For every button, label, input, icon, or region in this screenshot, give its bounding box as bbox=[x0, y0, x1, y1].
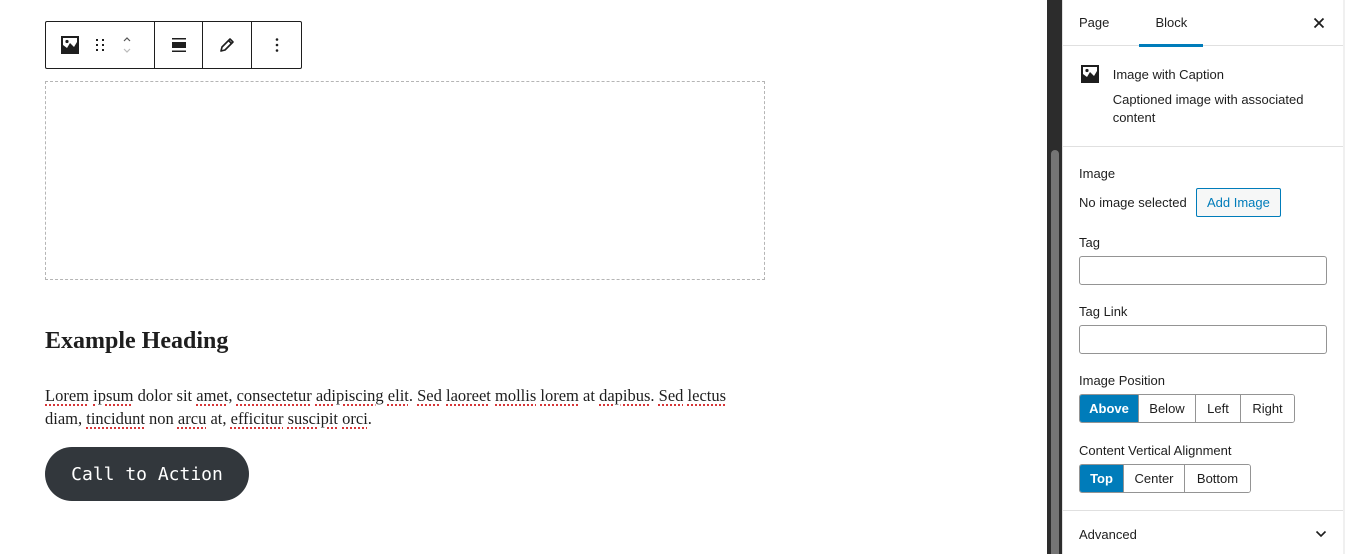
block-card-content: Image with Caption Captioned image with … bbox=[1113, 64, 1327, 126]
content-paragraph[interactable]: Lorem ipsum dolor sit amet, consectetur … bbox=[45, 384, 745, 430]
block-card-description: Captioned image with associated content bbox=[1112, 92, 1304, 125]
chevron-down-icon bbox=[123, 48, 131, 53]
image-status: No image selected bbox=[1079, 195, 1187, 210]
more-options-button[interactable] bbox=[275, 37, 279, 53]
image-label: Image bbox=[1079, 166, 1116, 181]
image-icon bbox=[1080, 65, 1099, 83]
vertical-alignment-bottom[interactable]: Bottom bbox=[1185, 465, 1250, 492]
misspelled-word[interactable]: lectus bbox=[688, 386, 727, 405]
vertical-alignment-top[interactable]: Top bbox=[1080, 465, 1124, 492]
misspelled-word[interactable]: adipiscing bbox=[316, 386, 384, 405]
image-position-below[interactable]: Below bbox=[1139, 395, 1196, 422]
tag-label: Tag bbox=[1079, 235, 1100, 250]
image-position-above[interactable]: Above bbox=[1080, 395, 1139, 422]
tag-link-input[interactable] bbox=[1079, 325, 1327, 354]
scrollbar-thumb[interactable] bbox=[1051, 150, 1059, 554]
drag-handle[interactable] bbox=[90, 35, 110, 55]
close-icon bbox=[1313, 17, 1325, 29]
toolbar-group-align bbox=[155, 22, 204, 68]
misspelled-word[interactable]: dapibus bbox=[599, 386, 650, 405]
misspelled-word[interactable]: Sed bbox=[417, 386, 442, 405]
sidebar-tabs: Page Block bbox=[1063, 0, 1343, 47]
block-type-button[interactable] bbox=[60, 35, 80, 55]
move-down-button[interactable] bbox=[122, 45, 132, 55]
tag-link-label: Tag Link bbox=[1079, 304, 1128, 319]
misspelled-word[interactable]: tincidunt bbox=[86, 409, 145, 428]
advanced-label: Advanced bbox=[1079, 526, 1137, 542]
edit-button[interactable] bbox=[219, 37, 235, 53]
scrollbar-track[interactable] bbox=[1047, 0, 1062, 554]
more-vertical-icon bbox=[275, 38, 278, 52]
block-mover bbox=[120, 35, 134, 55]
settings-panel: Image No image selected Add Image Tag Ta… bbox=[1063, 147, 1343, 511]
content-heading[interactable]: Example Heading bbox=[45, 328, 228, 355]
image-position-label: Image Position bbox=[1079, 373, 1165, 388]
toolbar-group-more bbox=[252, 22, 301, 68]
misspelled-word[interactable]: orci bbox=[342, 409, 368, 428]
misspelled-word[interactable]: efficitur bbox=[231, 409, 284, 428]
block-card: Image with Caption Captioned image with … bbox=[1063, 46, 1343, 147]
call-to-action-button[interactable]: Call to Action bbox=[45, 447, 249, 501]
drag-icon bbox=[96, 39, 104, 51]
image-position-right[interactable]: Right bbox=[1241, 395, 1294, 422]
align-button[interactable] bbox=[171, 37, 187, 53]
misspelled-word[interactable]: amet bbox=[196, 386, 228, 405]
image-placeholder[interactable] bbox=[45, 81, 765, 280]
misspelled-word[interactable]: laoreet bbox=[446, 386, 491, 405]
pencil-icon bbox=[220, 38, 235, 52]
add-image-button[interactable]: Add Image bbox=[1196, 188, 1281, 217]
tag-input[interactable] bbox=[1079, 256, 1327, 285]
toolbar-group-block bbox=[46, 22, 155, 68]
editor-canvas: Example Heading Lorem ipsum dolor sit am… bbox=[0, 0, 1047, 554]
misspelled-word[interactable]: lorem bbox=[540, 386, 579, 405]
misspelled-word[interactable]: consectetur bbox=[237, 386, 312, 405]
vertical-alignment-center[interactable]: Center bbox=[1124, 465, 1185, 492]
misspelled-word[interactable]: ipsum bbox=[93, 386, 133, 405]
chevron-down-icon bbox=[1315, 530, 1327, 538]
vertical-alignment-group: Top Center Bottom bbox=[1079, 464, 1251, 493]
misspelled-word[interactable]: Sed bbox=[659, 386, 684, 405]
vertical-alignment-label: Content Vertical Alignment bbox=[1079, 443, 1232, 458]
misspelled-word[interactable]: mollis bbox=[495, 386, 536, 405]
misspelled-word[interactable]: Lorem bbox=[45, 386, 89, 405]
tab-block[interactable]: Block bbox=[1139, 0, 1204, 47]
align-wide-icon bbox=[171, 38, 186, 52]
misspelled-word[interactable]: elit bbox=[388, 386, 409, 405]
image-position-left[interactable]: Left bbox=[1196, 395, 1241, 422]
tab-page[interactable]: Page bbox=[1079, 0, 1109, 46]
block-toolbar bbox=[45, 21, 302, 69]
block-card-title: Image with Caption bbox=[1112, 67, 1224, 82]
advanced-panel-toggle[interactable]: Advanced bbox=[1063, 512, 1343, 554]
misspelled-word[interactable]: arcu bbox=[178, 409, 206, 428]
image-position-group: Above Below Left Right bbox=[1079, 394, 1295, 423]
block-card-icon-wrap bbox=[1079, 64, 1101, 88]
misspelled-word[interactable]: suscipit bbox=[288, 409, 338, 428]
close-sidebar-button[interactable] bbox=[1309, 13, 1329, 33]
move-up-button[interactable] bbox=[122, 35, 132, 45]
chevron-up-icon bbox=[123, 37, 131, 42]
toolbar-group-edit bbox=[203, 22, 253, 68]
image-icon bbox=[61, 36, 79, 54]
settings-sidebar: Page Block Image with Caption Captioned … bbox=[1062, 0, 1343, 554]
